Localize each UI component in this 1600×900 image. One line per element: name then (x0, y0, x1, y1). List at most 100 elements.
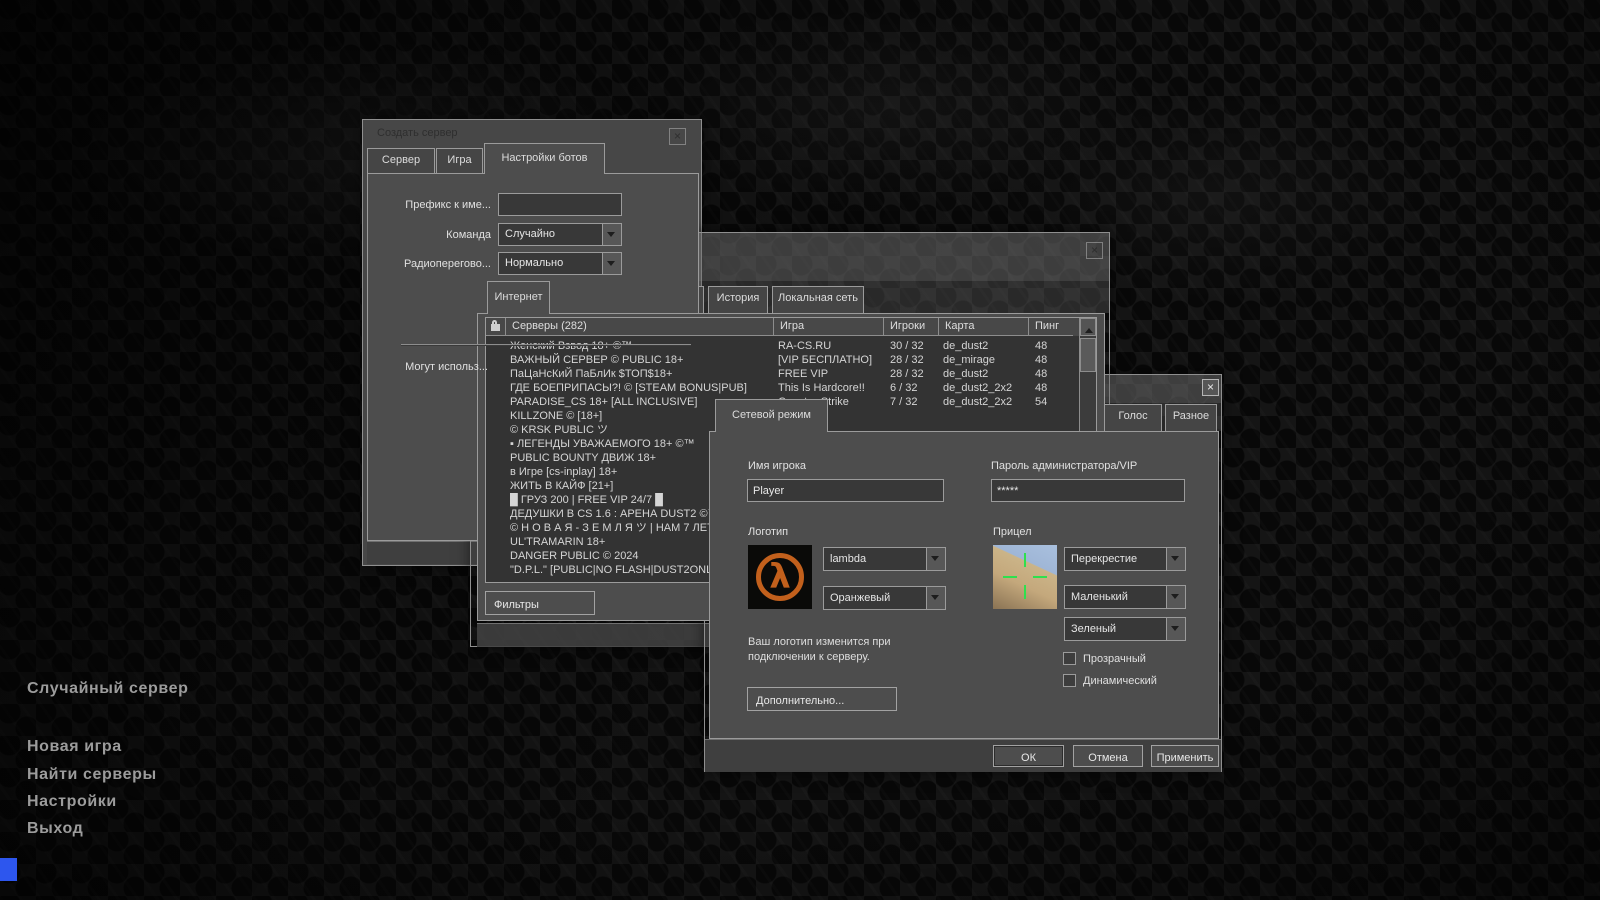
create-server-title: Создать сервер (377, 127, 458, 139)
crosshair-type-dropdown[interactable]: Перекрестие (1064, 547, 1186, 571)
settings-close-icon[interactable]: × (1202, 379, 1219, 396)
tab-history[interactable]: История (708, 286, 768, 313)
menu-item-exit[interactable]: Выход (27, 820, 83, 838)
map-column-header[interactable]: Карта (939, 318, 1029, 336)
server-game-cell: FREE VIP (774, 367, 884, 381)
chevron-down-icon (1166, 618, 1185, 640)
tab-lan[interactable]: Локальная сеть (772, 286, 864, 313)
crosshair-color-dropdown[interactable]: Зеленый (1064, 617, 1186, 641)
advanced-button[interactable]: Дополнительно... (747, 687, 897, 711)
tab-voice[interactable]: Голос (1104, 404, 1162, 431)
tab-bot-settings-label: Настройки ботов (485, 152, 604, 164)
server-row[interactable]: ГДЕ БОЕПРИПАСЫ?! © [STEAM BONUS|PUB]This… (486, 381, 1079, 395)
crosshair-size-dropdown[interactable]: Маленький (1064, 585, 1186, 609)
create-server-close-icon[interactable]: × (669, 128, 686, 145)
server-map-cell: de_dust2 (939, 339, 1029, 353)
apply-button[interactable]: Применить (1151, 745, 1219, 767)
crosshair-type-value: Перекрестие (1071, 553, 1137, 565)
bots-can-use-label: Могут использ... (380, 361, 488, 373)
server-map-cell: de_dust2 (939, 367, 1029, 381)
tab-server-label: Сервер (368, 154, 434, 166)
scroll-up-icon[interactable] (1080, 318, 1096, 336)
tab-internet[interactable]: Интернет (487, 281, 550, 314)
crosshair-preview (993, 545, 1057, 609)
cancel-button[interactable]: Отмена (1073, 745, 1143, 767)
crosshair-icon (1003, 576, 1017, 578)
player-name-input[interactable] (747, 479, 944, 502)
settings-dialog: Параметры × Сетевой режим Клавиатура Мыш… (704, 374, 1222, 772)
tab-network-label: Сетевой режим (716, 409, 827, 421)
server-list-header: Серверы (282) Игра Игроки Карта Пинг (486, 318, 1096, 336)
ping-column-header[interactable]: Пинг (1029, 318, 1073, 336)
server-players-cell: 28 / 32 (884, 367, 939, 381)
bot-radio-value: Нормально (505, 257, 563, 269)
server-browser-close-icon[interactable]: × (1086, 242, 1103, 259)
game-screen: Случайный сервер Новая игра Найти сервер… (0, 0, 1600, 900)
chevron-down-icon (1166, 586, 1185, 608)
bot-prefix-input[interactable] (498, 193, 622, 216)
chevron-down-icon (926, 587, 945, 609)
players-column-header[interactable]: Игроки (884, 318, 939, 336)
bot-team-value: Случайно (505, 228, 555, 240)
lock-icon (491, 324, 500, 331)
server-players-cell: 28 / 32 (884, 353, 939, 367)
tab-bot-settings[interactable]: Настройки ботов (484, 143, 605, 174)
bot-team-dropdown[interactable]: Случайно (498, 223, 622, 246)
menu-item-random-server[interactable]: Случайный сервер (27, 680, 189, 698)
translucent-checkbox[interactable] (1063, 652, 1076, 665)
admin-password-input[interactable] (991, 479, 1185, 502)
bot-team-label: Команда (383, 229, 491, 241)
servers-column-header[interactable]: Серверы (282) (506, 318, 774, 336)
logo-select-value: lambda (830, 553, 866, 565)
bot-settings-divider (401, 344, 691, 346)
bot-radio-label: Радиоперегово... (383, 258, 491, 270)
server-players-cell: 7 / 32 (884, 395, 939, 409)
server-game-cell: This Is Hardcore!! (774, 381, 884, 395)
menu-item-new-game[interactable]: Новая игра (27, 738, 122, 756)
chevron-down-icon (1166, 548, 1185, 570)
server-name-cell: ПаЦаНсКиЙ ПаБлИк $ТОП$18+ (486, 367, 774, 381)
ok-button[interactable]: ОК (993, 745, 1064, 767)
crosshair-size-value: Маленький (1071, 591, 1128, 603)
filters-button[interactable]: Фильтры (485, 591, 595, 615)
server-players-cell (884, 409, 939, 423)
server-row[interactable]: ВАЖНЫЙ СЕРВЕР © PUBLIC 18+[VIP БЕСПЛАТНО… (486, 353, 1079, 367)
tab-game-label: Игра (437, 154, 482, 166)
admin-password-label: Пароль администратора/VIP (991, 460, 1137, 472)
dynamic-checkbox[interactable] (1063, 674, 1076, 687)
server-players-cell: 6 / 32 (884, 381, 939, 395)
menu-item-find-servers[interactable]: Найти серверы (27, 766, 157, 784)
tab-misc-label: Разное (1166, 410, 1216, 422)
server-row[interactable]: ПаЦаНсКиЙ ПаБлИк $ТОП$18+FREE VIP28 / 32… (486, 367, 1079, 381)
player-name-label: Имя игрока (748, 460, 806, 472)
server-ping-cell: 48 (1029, 339, 1073, 353)
server-players-cell: 30 / 32 (884, 339, 939, 353)
server-name-cell: ВАЖНЫЙ СЕРВЕР © PUBLIC 18+ (486, 353, 774, 367)
tab-history-label: История (709, 292, 767, 304)
server-game-cell: RA-CS.RU (774, 339, 884, 353)
chevron-down-icon (602, 224, 621, 245)
crosshair-color-value: Зеленый (1071, 623, 1116, 635)
logo-select-dropdown[interactable]: lambda (823, 547, 946, 571)
game-column-header[interactable]: Игра (774, 318, 884, 336)
crosshair-icon (1024, 553, 1026, 567)
tab-game[interactable]: Игра (436, 148, 483, 173)
server-name-cell: ГДЕ БОЕПРИПАСЫ?! © [STEAM BONUS|PUB] (486, 381, 774, 395)
scrollbar-thumb[interactable] (1080, 338, 1096, 372)
logo-color-dropdown[interactable]: Оранжевый (823, 586, 946, 610)
server-map-cell: de_mirage (939, 353, 1029, 367)
lock-column-header[interactable] (486, 318, 506, 336)
server-row[interactable]: Женский Взвод 18+ ®™RA-CS.RU30 / 32de_du… (486, 339, 1079, 353)
server-map-cell (939, 409, 1029, 423)
tab-misc[interactable]: Разное (1165, 404, 1217, 431)
logo-label: Логотип (748, 526, 788, 538)
bot-radio-dropdown[interactable]: Нормально (498, 252, 622, 275)
tab-network[interactable]: Сетевой режим (715, 399, 828, 432)
translucent-label: Прозрачный (1083, 653, 1146, 665)
chevron-down-icon (602, 253, 621, 274)
menu-item-settings[interactable]: Настройки (27, 793, 117, 811)
server-ping-cell: 48 (1029, 367, 1073, 381)
tab-server[interactable]: Сервер (367, 148, 435, 173)
server-ping-cell: 48 (1029, 381, 1073, 395)
server-ping-cell: 54 (1029, 395, 1073, 409)
